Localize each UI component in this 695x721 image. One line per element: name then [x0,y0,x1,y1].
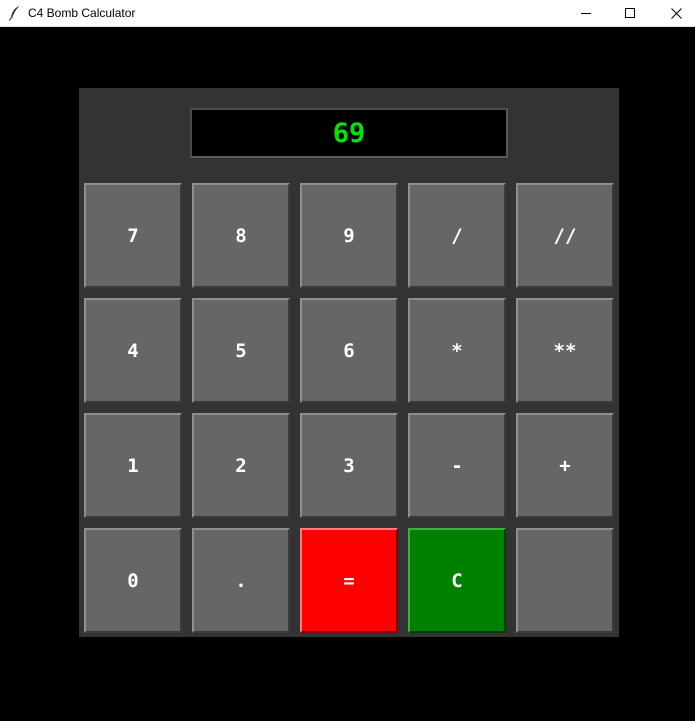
close-button[interactable] [653,0,695,26]
window-title: C4 Bomb Calculator [28,6,136,20]
key-3[interactable]: 3 [300,413,398,518]
maximize-button[interactable] [607,0,653,26]
key-divide[interactable]: / [408,183,506,288]
calculator-panel: 69 7 8 9 / // 4 5 6 * ** 1 2 3 - + 0 . =… [79,88,619,637]
key-5[interactable]: 5 [192,298,290,403]
key-4[interactable]: 4 [84,298,182,403]
close-icon [670,7,682,19]
key-add[interactable]: + [516,413,614,518]
feather-icon [8,5,22,21]
result-display: 69 [190,108,508,158]
key-9[interactable]: 9 [300,183,398,288]
key-7[interactable]: 7 [84,183,182,288]
key-floor-divide[interactable]: // [516,183,614,288]
minimize-button[interactable] [563,0,609,26]
clear-button[interactable]: C [408,528,506,633]
key-2[interactable]: 2 [192,413,290,518]
title-bar[interactable]: C4 Bomb Calculator [0,0,695,27]
key-6[interactable]: 6 [300,298,398,403]
key-0[interactable]: 0 [84,528,182,633]
key-decimal[interactable]: . [192,528,290,633]
equals-button[interactable]: = [300,528,398,633]
blank-key[interactable] [516,528,614,633]
key-power[interactable]: ** [516,298,614,403]
minimize-icon [581,8,591,18]
key-1[interactable]: 1 [84,413,182,518]
key-subtract[interactable]: - [408,413,506,518]
maximize-icon [625,8,635,18]
key-8[interactable]: 8 [192,183,290,288]
key-multiply[interactable]: * [408,298,506,403]
